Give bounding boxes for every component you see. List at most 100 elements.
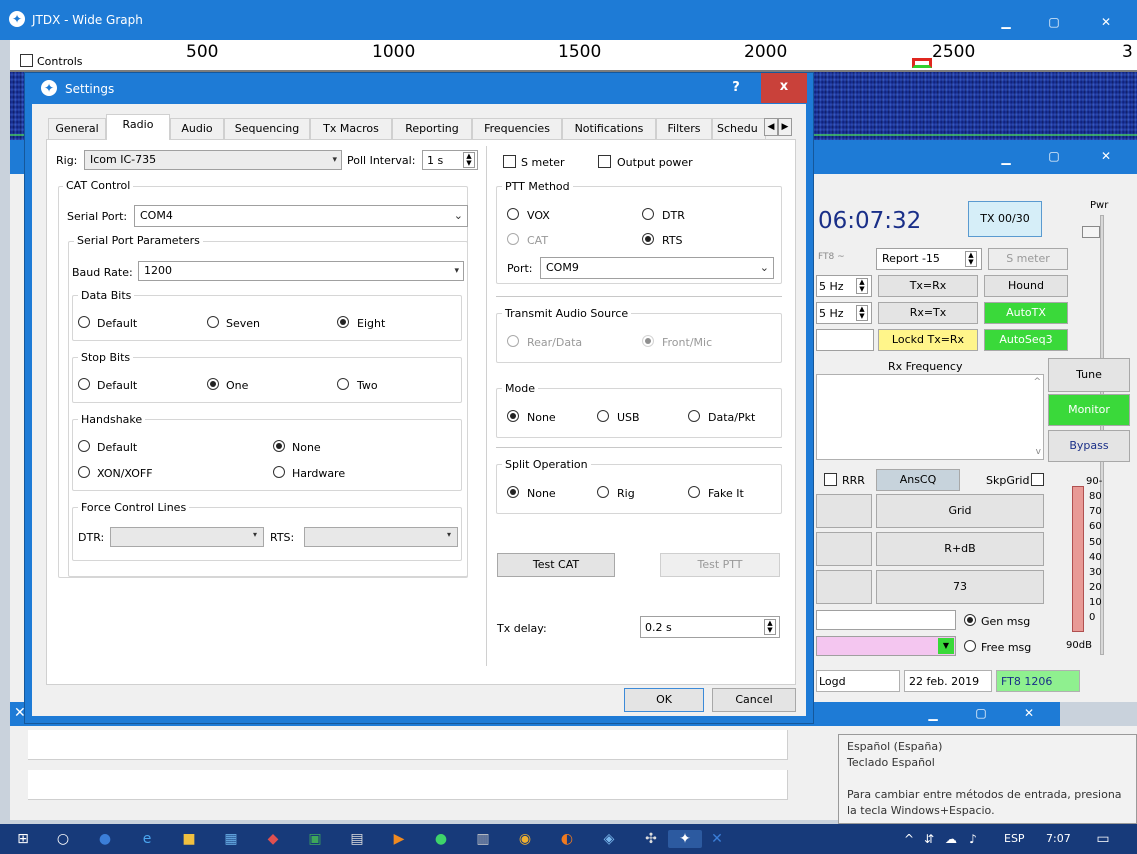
ptt-cat-radio[interactable] <box>507 233 519 245</box>
gen-msg-radio[interactable] <box>964 614 976 626</box>
settings-close-button[interactable]: x <box>761 73 807 103</box>
edge-icon[interactable]: e <box>136 830 158 848</box>
tab-frequencies[interactable]: Frequencies <box>472 118 562 139</box>
smeter-button[interactable]: S meter <box>988 248 1068 270</box>
autotx-button[interactable]: AutoTX <box>984 302 1068 324</box>
mode-data-radio[interactable] <box>688 410 700 422</box>
windows-start-icon[interactable]: ⊞ <box>12 830 34 848</box>
handshake-default-radio[interactable] <box>78 440 90 452</box>
skpgrid-checkbox[interactable] <box>1031 473 1044 486</box>
tab-schedu[interactable]: Schedu <box>712 118 766 139</box>
tx-hz-spinbox[interactable]: 5 Hz ▲ ▼ <box>816 275 872 297</box>
tab-tx-macros[interactable]: Tx Macros <box>310 118 392 139</box>
rrr-checkbox[interactable] <box>824 473 837 486</box>
language-indicator[interactable]: ESP <box>1004 832 1025 845</box>
tab-reporting[interactable]: Reporting <box>392 118 472 139</box>
rx-hz-spinbox[interactable]: 5 Hz ▲ ▼ <box>816 302 872 324</box>
ptt-rts-radio[interactable] <box>642 233 654 245</box>
ptt-dtr-radio[interactable] <box>642 208 654 220</box>
minimize-button[interactable]: ▁ <box>983 0 1029 40</box>
task-view-icon[interactable]: ● <box>94 830 116 848</box>
tab-sequencing[interactable]: Sequencing <box>224 118 310 139</box>
stop-bits-two-radio[interactable] <box>337 378 349 390</box>
handshake-none-radio[interactable] <box>273 440 285 452</box>
scrollbar-down-icon[interactable]: v <box>1036 447 1041 457</box>
ptt-vox-radio[interactable] <box>507 208 519 220</box>
rx-frequency-pane[interactable]: ^ v <box>816 374 1044 460</box>
calculator-icon[interactable]: ▤ <box>346 830 368 848</box>
data-bits-eight-radio[interactable] <box>337 316 349 328</box>
main-minimize-button[interactable]: ▁ <box>983 140 1029 174</box>
help-button[interactable]: ? <box>713 73 759 103</box>
spin-arrows-icon[interactable]: ▲ ▼ <box>856 305 868 321</box>
file-explorer-icon[interactable]: ■ <box>178 830 200 848</box>
tab-audio[interactable]: Audio <box>170 118 224 139</box>
tx-frequency-marker[interactable] <box>912 58 932 68</box>
chrome-icon[interactable]: ◉ <box>514 830 536 848</box>
tray-network-icon[interactable]: ⇵ <box>918 830 940 848</box>
tx-counter-button[interactable]: TX 00/30 <box>968 201 1042 237</box>
notifications-icon[interactable]: ▭ <box>1092 830 1114 848</box>
poll-interval-spinbox[interactable]: 1 s ▲ ▼ <box>422 150 478 170</box>
tx-eq-rx-button[interactable]: Tx=Rx <box>878 275 978 297</box>
split-none-radio[interactable] <box>507 486 519 498</box>
msg-button-3[interactable] <box>816 570 872 604</box>
third-maximize-button[interactable]: ▢ <box>958 702 1004 726</box>
pwr-slider-handle[interactable] <box>1082 226 1100 238</box>
data-bits-default-radio[interactable] <box>78 316 90 328</box>
spin-arrows-icon[interactable]: ▲ ▼ <box>856 278 868 294</box>
msg-button-2[interactable] <box>816 532 872 566</box>
third-minimize-button[interactable]: ▁ <box>910 702 956 726</box>
ok-button[interactable]: OK <box>624 688 704 712</box>
maximize-button[interactable]: ▢ <box>1031 0 1077 40</box>
excel-icon[interactable]: ▣ <box>304 830 326 848</box>
handshake-xon-radio[interactable] <box>78 466 90 478</box>
tray-expand-icon[interactable]: ^ <box>898 830 920 848</box>
spin-arrows-icon[interactable]: ▲ ▼ <box>764 619 776 635</box>
main-close-button[interactable]: ✕ <box>1083 140 1129 174</box>
test-ptt-button[interactable]: Test PTT <box>660 553 780 577</box>
close-button[interactable]: ✕ <box>1083 0 1129 40</box>
lockd-tx-rx-button[interactable]: Lockd Tx=Rx <box>878 329 978 351</box>
wide-graph-titlebar[interactable]: ✦ JTDX - Wide Graph ▁ ▢ ✕ <box>0 0 1137 40</box>
handshake-hardware-radio[interactable] <box>273 466 285 478</box>
x-app-icon[interactable]: ✕ <box>706 830 728 848</box>
grid-cell[interactable] <box>658 730 788 760</box>
call-field[interactable] <box>816 329 874 351</box>
grid-cell[interactable] <box>658 770 788 800</box>
search-icon[interactable]: ○ <box>52 830 74 848</box>
msg-button-1[interactable] <box>816 494 872 528</box>
tab-scroll-left-icon[interactable]: ◀ <box>764 118 778 136</box>
tab-general[interactable]: General <box>48 118 106 139</box>
front-mic-radio[interactable] <box>642 335 654 347</box>
test-cat-button[interactable]: Test CAT <box>497 553 615 577</box>
serial-port-select[interactable]: COM4 ⌄ <box>134 205 468 227</box>
split-fake-radio[interactable] <box>688 486 700 498</box>
mode-usb-radio[interactable] <box>597 410 609 422</box>
combo-arrow-icon[interactable]: ▼ <box>938 638 954 654</box>
tray-volume-icon[interactable]: ♪ <box>962 830 984 848</box>
media-icon[interactable]: ▶ <box>388 830 410 848</box>
grid-button[interactable]: Grid <box>876 494 1044 528</box>
split-rig-radio[interactable] <box>597 486 609 498</box>
app-icon-gray[interactable]: ▥ <box>472 830 494 848</box>
cancel-button[interactable]: Cancel <box>712 688 796 712</box>
rear-data-radio[interactable] <box>507 335 519 347</box>
bypass-button[interactable]: Bypass <box>1048 430 1130 462</box>
tray-cloud-icon[interactable]: ☁ <box>940 830 962 848</box>
controls-checkbox[interactable] <box>20 54 33 67</box>
data-bits-seven-radio[interactable] <box>207 316 219 328</box>
rig-select[interactable]: Icom IC-735 ▾ <box>84 150 342 170</box>
main-maximize-button[interactable]: ▢ <box>1031 140 1077 174</box>
tab-filters[interactable]: Filters <box>656 118 712 139</box>
rx-eq-tx-button[interactable]: Rx=Tx <box>878 302 978 324</box>
hound-button[interactable]: Hound <box>984 275 1068 297</box>
third-close-button[interactable]: ✕ <box>1006 702 1052 726</box>
frequency-ruler[interactable]: Controls 500 1000 1500 2000 2500 3 <box>10 40 1137 72</box>
spin-arrows-icon[interactable]: ▲ ▼ <box>463 152 475 168</box>
dtr-select[interactable]: ▾ <box>110 527 264 547</box>
tab-scroll-right-icon[interactable]: ▶ <box>778 118 792 136</box>
report-spinbox[interactable]: Report -15 ▲ ▼ <box>876 248 982 270</box>
app-icon-blue[interactable]: ◈ <box>598 830 620 848</box>
spin-arrows-icon[interactable]: ▲ ▼ <box>965 251 977 267</box>
